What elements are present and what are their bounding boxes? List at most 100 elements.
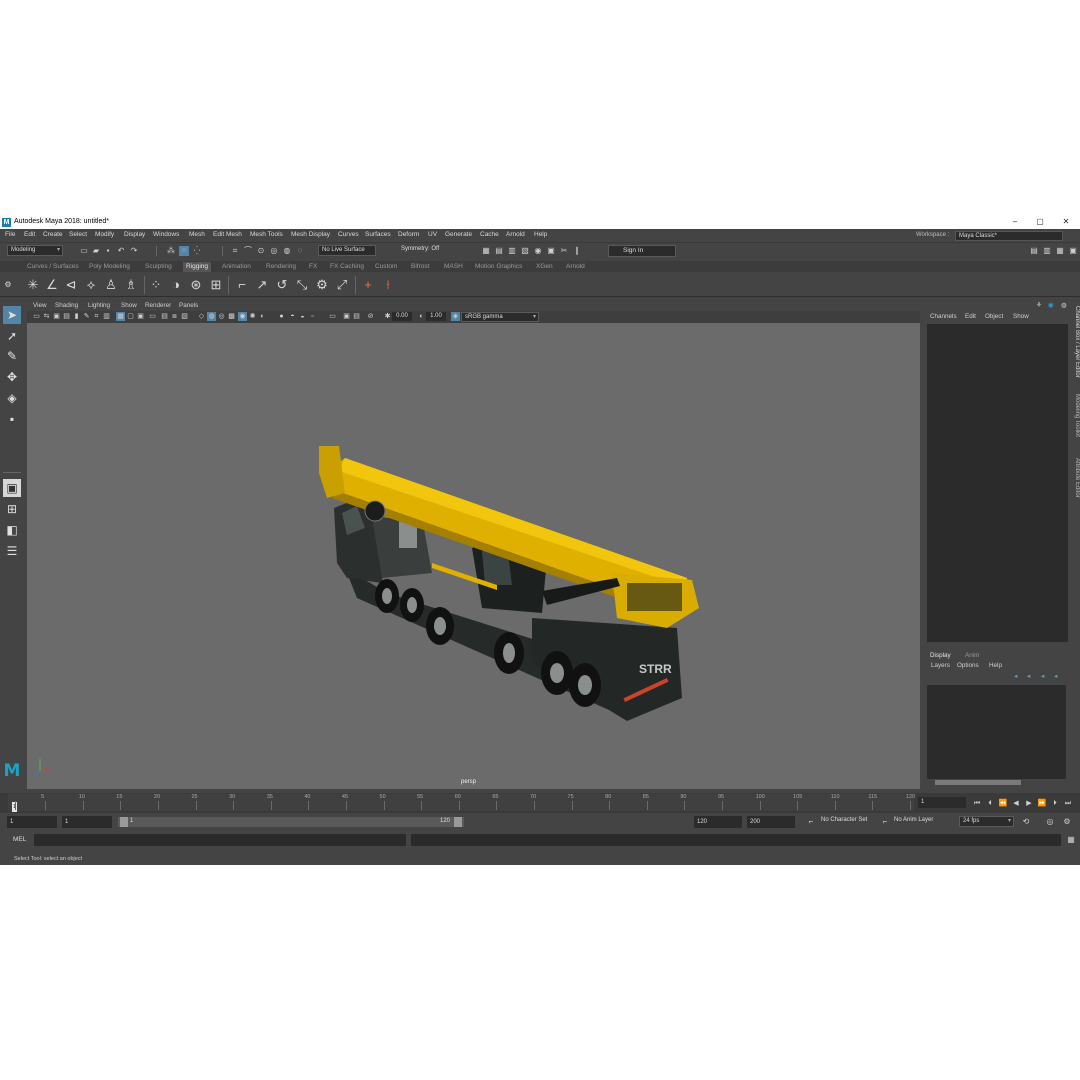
range-slider-end-handle[interactable] — [454, 817, 462, 827]
move-tool-icon[interactable]: ✥ — [3, 368, 21, 386]
play-forwards-icon[interactable]: ▶ — [1024, 799, 1034, 809]
playback-start-field[interactable]: 1 — [62, 816, 112, 828]
skeleton-icon[interactable]: ♗ — [123, 277, 139, 293]
workspace-dropdown[interactable]: Maya Classic* — [955, 231, 1063, 241]
menu-modify[interactable]: Modify — [95, 231, 114, 238]
loop-icon[interactable]: ⟲ — [1021, 817, 1031, 827]
anim-layer-dropdown[interactable]: No Anim Layer — [891, 816, 949, 827]
channel-box-menu-edit[interactable]: Edit — [965, 313, 976, 320]
channel-box-menu-show[interactable]: Show — [1013, 313, 1029, 320]
layer-menu-options[interactable]: Options — [957, 662, 979, 669]
live-surface-dropdown[interactable]: No Live Surface — [318, 245, 376, 256]
side-tab-attribute-editor[interactable]: Attribute Editor — [1070, 458, 1080, 498]
menu-curves[interactable]: Curves — [338, 231, 359, 238]
layout-icon[interactable]: ▥ — [1042, 246, 1052, 256]
four-view-icon[interactable]: ⊞ — [3, 500, 21, 518]
script-editor-icon[interactable]: ▦ — [1066, 835, 1076, 845]
shelf-tab-rigging[interactable]: Rigging — [183, 262, 212, 272]
step-forward-frame-icon[interactable]: ⏵ — [1050, 799, 1060, 809]
channel-box-help-icon[interactable]: ◉ — [1048, 302, 1054, 309]
exposure-field[interactable]: 0.00 — [392, 312, 412, 321]
menu-generate[interactable]: Generate — [445, 231, 472, 238]
select-hierarchy-icon[interactable]: ⁂ — [166, 246, 176, 256]
bookmarks-icon[interactable]: ▣ — [52, 312, 61, 321]
xray-joints-icon[interactable]: ▤ — [352, 312, 361, 321]
quick-rig-icon[interactable]: ⟡ — [83, 277, 99, 293]
shelf-tab-custom[interactable]: Custom — [375, 263, 397, 270]
menu-file[interactable]: File — [5, 231, 15, 238]
menu-display[interactable]: Display — [124, 231, 145, 238]
select-camera-icon[interactable]: ▭ — [32, 312, 41, 321]
gate-mask-icon[interactable]: ▢ — [126, 312, 135, 321]
minimize-button[interactable]: – — [1004, 216, 1026, 229]
screen-space-ao-icon[interactable]: ◐ — [258, 312, 267, 321]
lattice-icon[interactable]: ⊞ — [208, 277, 224, 293]
xray-icon[interactable]: ▭ — [328, 312, 337, 321]
snap-view-icon[interactable]: ◎ — [269, 246, 279, 256]
playback-end-field[interactable]: 120 — [694, 816, 742, 828]
arnold-render-icon[interactable]: ✂ — [559, 246, 569, 256]
menu-arnold[interactable]: Arnold — [506, 231, 525, 238]
layer-menu-help[interactable]: Help — [989, 662, 1002, 669]
shelf-settings-icon[interactable]: ⚙ — [4, 277, 12, 293]
motion-blur-icon[interactable]: ● — [277, 312, 286, 321]
shelf-tab-bifrost[interactable]: Bifrost — [411, 263, 429, 270]
side-tab-modeling-toolkit[interactable]: Modeling Toolkit — [1070, 394, 1080, 437]
maximize-button[interactable]: ▢ — [1029, 216, 1051, 229]
lasso-tool-icon[interactable]: ➚ — [3, 327, 21, 345]
gamma-icon[interactable]: ◐ — [417, 312, 426, 321]
shelf-tab-curves-surfaces[interactable]: Curves / Surfaces — [27, 263, 79, 270]
resolution-gate-icon[interactable]: ⧈ — [170, 312, 179, 321]
tool-settings-icon[interactable]: ▦ — [1055, 246, 1065, 256]
undo-icon[interactable]: ↶ — [116, 246, 126, 256]
viewport-menu-panels[interactable]: Panels — [179, 302, 198, 309]
anti-aliasing-icon[interactable]: ◓ — [288, 312, 297, 321]
perspective-viewport[interactable]: STRR persp — [27, 323, 920, 789]
shelf-tab-animation[interactable]: Animation — [222, 263, 251, 270]
snap-point-icon[interactable]: ⊙ — [256, 246, 266, 256]
menu-cache[interactable]: Cache — [480, 231, 499, 238]
ik-spline-icon[interactable]: ⊲ — [63, 277, 79, 293]
snap-curve-icon[interactable]: ⌒ — [243, 246, 253, 256]
image-plane-icon[interactable]: ▤ — [62, 312, 71, 321]
field-chart-icon[interactable]: ▣ — [136, 312, 145, 321]
channel-box-toggle-icon[interactable]: ▣ — [1068, 246, 1078, 256]
safe-action-icon[interactable]: ▭ — [148, 312, 157, 321]
render-settings-icon[interactable]: ▧ — [520, 246, 530, 256]
view-transform-dropdown[interactable]: sRGB gamma ▾ — [461, 312, 539, 322]
textured-icon[interactable]: ▩ — [227, 312, 236, 321]
wireframe-on-shaded-icon[interactable]: ◎ — [217, 312, 226, 321]
open-scene-icon[interactable]: ▰ — [91, 246, 101, 256]
film-gate-icon[interactable]: ▥ — [102, 312, 111, 321]
menu-surfaces[interactable]: Surfaces — [365, 231, 391, 238]
range-slider[interactable]: 1 120 — [118, 817, 464, 827]
menu-mesh-display[interactable]: Mesh Display — [291, 231, 330, 238]
channel-box-menu-object[interactable]: Object — [985, 313, 1003, 320]
crane-truck-model[interactable]: STRR — [27, 323, 920, 789]
new-scene-icon[interactable]: ▭ — [79, 246, 89, 256]
close-button[interactable]: ✕ — [1055, 216, 1077, 229]
backface-culling-icon[interactable]: ⊘ — [366, 312, 375, 321]
character-set-dropdown[interactable]: No Character Set — [818, 816, 878, 827]
render-frame-icon[interactable]: ▤ — [494, 246, 504, 256]
step-forward-key-icon[interactable]: ⏩ — [1037, 799, 1047, 809]
play-backwards-icon[interactable]: ◀ — [1011, 799, 1021, 809]
humanik-icon[interactable]: ♙ — [103, 277, 119, 293]
select-object-icon[interactable]: ⁘ — [179, 246, 189, 256]
menu-help[interactable]: Help — [534, 231, 547, 238]
side-tab-channel-box[interactable]: Channel Box / Layer Editor — [1070, 306, 1080, 378]
channel-box-menu-channels[interactable]: Channels — [930, 313, 957, 320]
menu-select[interactable]: Select — [69, 231, 87, 238]
menu-mesh[interactable]: Mesh — [189, 231, 205, 238]
layer-list-scrollbar[interactable] — [935, 780, 1021, 785]
snap-surface-icon[interactable]: ◍ — [282, 246, 292, 256]
safe-title-icon[interactable]: ▤ — [160, 312, 169, 321]
step-back-frame-icon[interactable]: ⏴ — [985, 799, 995, 809]
anim-preferences-icon[interactable]: ⚙ — [1062, 817, 1072, 827]
snap-grid-icon[interactable]: ⌗ — [230, 246, 240, 256]
menu-mesh-tools[interactable]: Mesh Tools — [250, 231, 283, 238]
grease-pencil-icon[interactable]: ✎ — [82, 312, 91, 321]
shelf-tab-xgen[interactable]: XGen — [536, 263, 553, 270]
two-d-pan-icon[interactable]: ▮ — [72, 312, 81, 321]
snap-live-icon[interactable]: ◌ — [295, 246, 305, 256]
